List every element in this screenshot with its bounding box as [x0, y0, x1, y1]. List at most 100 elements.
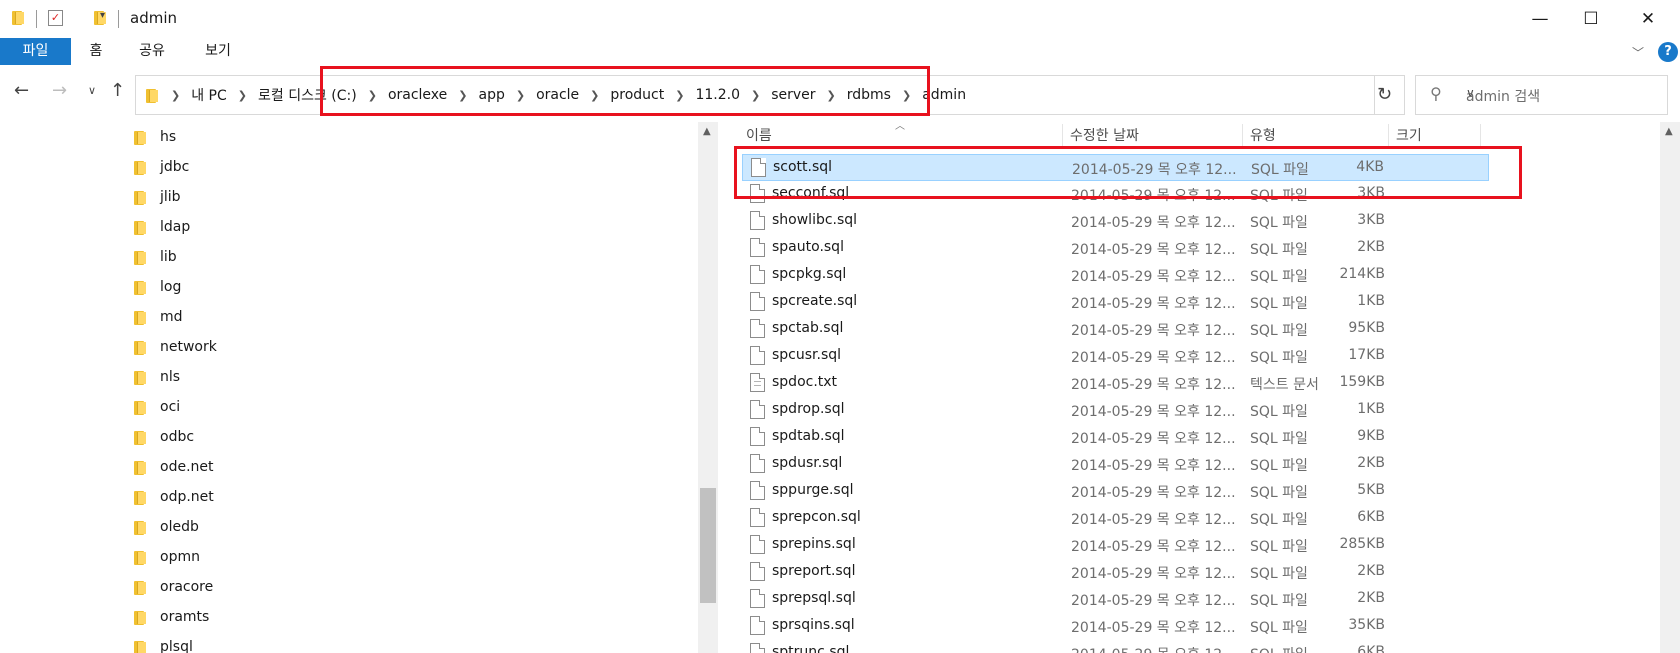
column-header-type[interactable]: 유형 — [1250, 124, 1276, 148]
file-size: 2KB — [1357, 590, 1385, 606]
file-row[interactable]: spcusr.sql 2014-05-29 목 오후 12... SQL 파일 … — [742, 343, 1489, 370]
file-row[interactable]: spdtab.sql 2014-05-29 목 오후 12... SQL 파일 … — [742, 424, 1489, 451]
sql-file-icon — [750, 508, 765, 527]
file-row[interactable]: spctab.sql 2014-05-29 목 오후 12... SQL 파일 … — [742, 316, 1489, 343]
file-row[interactable]: spcreate.sql 2014-05-29 목 오후 12... SQL 파… — [742, 289, 1489, 316]
file-size: 2KB — [1357, 563, 1385, 579]
maximize-button[interactable]: ☐ — [1563, 0, 1619, 38]
file-row[interactable]: sprepins.sql 2014-05-29 목 오후 12... SQL 파… — [742, 532, 1489, 559]
file-date: 2014-05-29 목 오후 12... — [1071, 593, 1236, 609]
back-arrow-icon[interactable]: ← — [14, 80, 29, 101]
file-date: 2014-05-29 목 오후 12... — [1071, 323, 1236, 339]
file-name: spcusr.sql — [772, 347, 842, 363]
file-date: 2014-05-29 목 오후 12... — [1071, 539, 1236, 555]
folder-icon — [134, 639, 148, 653]
file-row[interactable]: sppurge.sql 2014-05-29 목 오후 12... SQL 파일… — [742, 478, 1489, 505]
file-size: 214KB — [1339, 266, 1385, 282]
file-row[interactable]: spdrop.sql 2014-05-29 목 오후 12... SQL 파일 … — [742, 397, 1489, 424]
chevron-right-icon[interactable]: ❯ — [171, 89, 180, 102]
file-row[interactable]: sprepcon.sql 2014-05-29 목 오후 12... SQL 파… — [742, 505, 1489, 532]
expand-ribbon-chevron-icon[interactable]: ﹀ — [1632, 44, 1644, 61]
nav-folder-oci[interactable]: oci — [134, 392, 180, 422]
column-divider[interactable] — [1062, 124, 1063, 148]
quick-access-dropdown-icon[interactable]: ▾ — [100, 10, 105, 21]
nav-folder-nls[interactable]: nls — [134, 362, 180, 392]
help-icon[interactable]: ? — [1658, 42, 1678, 62]
file-row[interactable]: sprsqins.sql 2014-05-29 목 오후 12... SQL 파… — [742, 613, 1489, 640]
file-row[interactable]: spdoc.txt 2014-05-29 목 오후 12... 텍스트 문서 1… — [742, 370, 1489, 397]
folder-label: nls — [160, 369, 181, 385]
tab-view[interactable]: 보기 — [200, 38, 236, 65]
folder-label: oledb — [160, 519, 199, 535]
nav-folder-ode-net[interactable]: ode.net — [134, 452, 214, 482]
sql-file-icon — [750, 319, 765, 338]
file-size: 1KB — [1357, 401, 1385, 417]
folder-icon — [134, 129, 148, 145]
folder-icon — [134, 609, 148, 625]
nav-folder-oramts[interactable]: oramts — [134, 602, 209, 632]
file-row[interactable]: spcpkg.sql 2014-05-29 목 오후 12... SQL 파일 … — [742, 262, 1489, 289]
file-name: sprepsql.sql — [772, 590, 856, 606]
nav-folder-oledb[interactable]: oledb — [134, 512, 199, 542]
sql-file-icon — [750, 400, 765, 419]
column-header-size[interactable]: 크기 — [1396, 124, 1422, 148]
folder-icon — [134, 579, 148, 595]
file-size: 2KB — [1357, 455, 1385, 471]
file-date: 2014-05-29 목 오후 12... — [1071, 458, 1236, 474]
search-box[interactable]: ⚲ admin 검색 — [1415, 75, 1668, 115]
file-row[interactable]: sptrunc.sql 2014-05-29 목 오후 12... SQL 파일… — [742, 640, 1489, 653]
file-date: 2014-05-29 목 오후 12... — [1071, 431, 1236, 447]
file-date: 2014-05-29 목 오후 12... — [1071, 485, 1236, 501]
nav-folder-lib[interactable]: lib — [134, 242, 177, 272]
file-size: 2KB — [1357, 239, 1385, 255]
file-list-scrollbar[interactable] — [1660, 122, 1680, 653]
nav-folder-jdbc[interactable]: jdbc — [134, 152, 189, 182]
nav-pane-scrollbar-thumb[interactable] — [700, 488, 716, 603]
nav-folder-odbc[interactable]: odbc — [134, 422, 194, 452]
recent-locations-chevron-icon[interactable]: ∨ — [88, 84, 96, 97]
nav-folder-jlib[interactable]: jlib — [134, 182, 181, 212]
refresh-button[interactable]: ↻ — [1365, 75, 1405, 115]
folder-icon — [134, 399, 148, 415]
forward-arrow-icon[interactable]: → — [52, 80, 67, 101]
file-row[interactable]: sprepsql.sql 2014-05-29 목 오후 12... SQL 파… — [742, 586, 1489, 613]
properties-checkbox-icon[interactable]: ✓ — [48, 10, 63, 26]
file-size: 5KB — [1357, 482, 1385, 498]
chevron-right-icon[interactable]: ❯ — [238, 89, 247, 102]
folder-icon[interactable] — [12, 9, 26, 25]
nav-folder-ldap[interactable]: ldap — [134, 212, 190, 242]
crumb-this-pc[interactable]: 내 PC — [191, 85, 227, 105]
column-divider[interactable] — [1388, 124, 1389, 148]
close-button[interactable]: ✕ — [1620, 0, 1676, 38]
scroll-up-arrow-icon[interactable]: ▲ — [1665, 126, 1673, 137]
nav-folder-oracore[interactable]: oracore — [134, 572, 213, 602]
minimize-button[interactable]: — — [1512, 0, 1568, 38]
title-bar: ✓ ▾ admin — ☐ ✕ — [0, 0, 1680, 38]
nav-folder-opmn[interactable]: opmn — [134, 542, 200, 572]
nav-folder-log[interactable]: log — [134, 272, 181, 302]
column-divider[interactable] — [1480, 124, 1481, 148]
file-name: spcreate.sql — [772, 293, 858, 309]
scroll-up-arrow-icon[interactable]: ▲ — [703, 126, 711, 137]
file-row[interactable]: spreport.sql 2014-05-29 목 오후 12... SQL 파… — [742, 559, 1489, 586]
folder-icon — [134, 279, 148, 295]
nav-folder-hs[interactable]: hs — [134, 122, 176, 152]
column-header-date[interactable]: 수정한 날짜 — [1070, 124, 1139, 148]
column-header-name[interactable]: 이름 — [746, 124, 772, 148]
tab-home[interactable]: 홈 — [80, 38, 112, 65]
tab-file[interactable]: 파일 — [0, 38, 71, 65]
sql-file-icon — [750, 589, 765, 608]
file-row[interactable]: spdusr.sql 2014-05-29 목 오후 12... SQL 파일 … — [742, 451, 1489, 478]
up-arrow-icon[interactable]: ↑ — [110, 80, 125, 101]
nav-folder-network[interactable]: network — [134, 332, 217, 362]
tab-share[interactable]: 공유 — [134, 38, 170, 65]
nav-folder-plsql[interactable]: plsql — [134, 632, 193, 653]
file-row[interactable]: spauto.sql 2014-05-29 목 오후 12... SQL 파일 … — [742, 235, 1489, 262]
column-divider[interactable] — [1242, 124, 1243, 148]
nav-folder-md[interactable]: md — [134, 302, 183, 332]
file-row[interactable]: showlibc.sql 2014-05-29 목 오후 12... SQL 파… — [742, 208, 1489, 235]
search-input[interactable]: admin 검색 — [1466, 86, 1540, 106]
nav-folder-odp-net[interactable]: odp.net — [134, 482, 214, 512]
sql-file-icon — [750, 265, 765, 284]
file-type: SQL 파일 — [1250, 215, 1308, 231]
